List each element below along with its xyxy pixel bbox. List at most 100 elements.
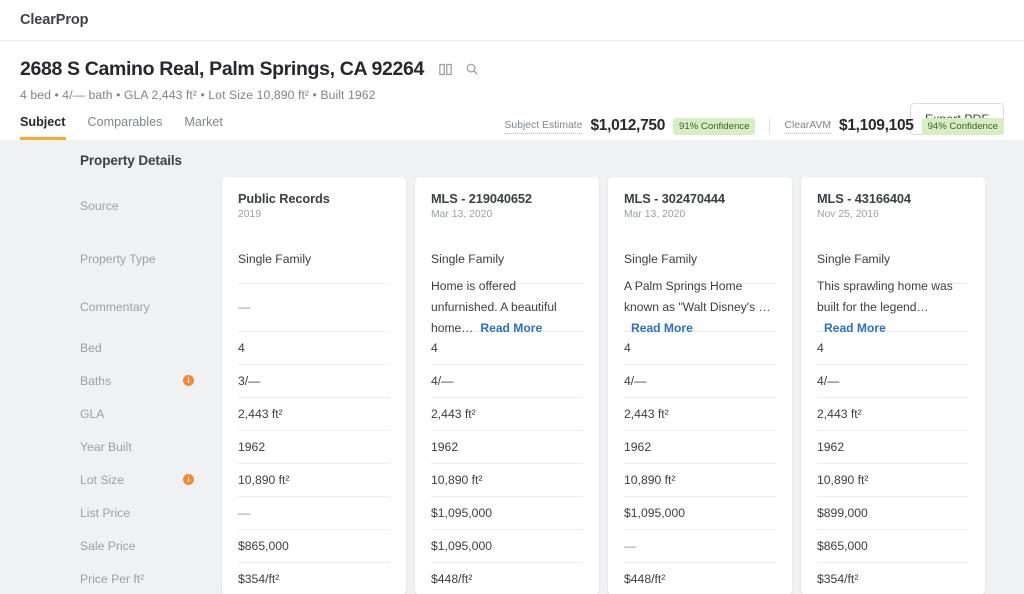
property-header: 2688 S Camino Real, Palm Springs, CA 922… xyxy=(0,41,1024,140)
cell-value: 1962 xyxy=(431,440,459,454)
page-title: 2688 S Camino Real, Palm Springs, CA 922… xyxy=(20,58,425,80)
subject-estimate-value: $1,012,750 xyxy=(590,117,666,134)
cell-price-per-ft: $448/ft² xyxy=(624,562,776,594)
cell-year-built: 1962 xyxy=(431,430,583,463)
row-label-text: Baths xyxy=(80,373,112,388)
top-navigation-bar: ClearProp xyxy=(0,0,1024,41)
app-logo[interactable]: ClearProp xyxy=(20,12,89,28)
info-warning-icon[interactable]: i xyxy=(183,474,194,485)
cell-value: 2,443 ft² xyxy=(238,407,283,421)
cell-value: 4/— xyxy=(817,374,840,388)
cell-bed: 4 xyxy=(238,331,390,364)
read-more-link[interactable]: Read More xyxy=(480,321,542,335)
cell-year-built: 1962 xyxy=(238,430,390,463)
read-more-link[interactable]: Read More xyxy=(824,321,886,335)
clearavm-label[interactable]: ClearAVM xyxy=(784,119,832,134)
cell-lot-size: 10,890 ft² xyxy=(238,463,390,496)
row-label-column: Source Property Type Commentary Bed Baths i GL… xyxy=(0,177,222,594)
cell-list-price: $899,000 xyxy=(817,496,969,529)
cell-value: Single Family xyxy=(624,251,698,266)
cell-sale-price: $1,095,000 xyxy=(431,529,583,562)
tab-market[interactable]: Market xyxy=(184,114,223,140)
row-label-text: Year Built xyxy=(80,439,132,454)
cell-price-per-ft: $354/ft² xyxy=(817,562,969,594)
cell-sale-price: $865,000 xyxy=(817,529,969,562)
card-source-title: MLS - 219040652 xyxy=(431,191,532,206)
cell-value: $1,095,000 xyxy=(624,506,685,520)
comparison-cards: Public Records 2019 Single Family — 4 3/— 2,44… xyxy=(222,177,1024,594)
cell-value: — xyxy=(238,506,251,520)
cell-commentary: — xyxy=(238,283,390,331)
cell-value: $1,095,000 xyxy=(431,539,492,553)
comparison-grid: Source Property Type Commentary Bed Baths i GL… xyxy=(0,177,1024,594)
address-action-icons xyxy=(437,61,480,78)
row-label-year-built: Year Built xyxy=(0,430,222,463)
cell-price-per-ft: $448/ft² xyxy=(431,562,583,594)
cell-value: 2,443 ft² xyxy=(624,407,669,421)
cell-value: 4 xyxy=(817,341,824,355)
section-title: Property Details xyxy=(80,153,182,168)
row-label-text: Price Per ft² xyxy=(80,571,145,586)
row-label-price-per-ft: Price Per ft² xyxy=(0,562,222,594)
card-source-date: Mar 13, 2020 xyxy=(624,209,686,220)
cell-gla: 2,443 ft² xyxy=(238,397,390,430)
cell-price-per-ft: $354/ft² xyxy=(238,562,390,594)
card-source-title: Public Records xyxy=(238,191,330,206)
card-source-date: 2019 xyxy=(238,209,262,220)
cell-commentary: This sprawling home was built for the le… xyxy=(817,279,969,335)
cell-value: 1962 xyxy=(624,440,652,454)
clearavm-group: ClearAVM $1,109,105 94% Confidence xyxy=(784,117,1004,135)
book-map-icon[interactable] xyxy=(437,61,454,78)
commentary-text: — xyxy=(238,300,251,314)
cell-value: 4/— xyxy=(624,374,647,388)
section-tabs: Subject Comparables Market xyxy=(20,114,223,140)
cell-lot-size: 10,890 ft² xyxy=(817,463,969,496)
row-label-source: Source xyxy=(0,177,222,234)
cell-baths: 3/— xyxy=(238,364,390,397)
cell-value: 1962 xyxy=(238,440,266,454)
estimates-bar: Subject Estimate $1,012,750 91% Confiden… xyxy=(504,117,1004,135)
cell-baths: 4/— xyxy=(624,364,776,397)
cell-value: $899,000 xyxy=(817,506,868,520)
row-label-bed: Bed xyxy=(0,331,222,364)
tab-subject[interactable]: Subject xyxy=(20,114,66,140)
row-label-gla: GLA xyxy=(0,397,222,430)
address-row: 2688 S Camino Real, Palm Springs, CA 922… xyxy=(20,57,1004,81)
row-label-list-price: List Price xyxy=(0,496,222,529)
cell-gla: 2,443 ft² xyxy=(624,397,776,430)
row-label-text: List Price xyxy=(80,505,131,520)
card-source-title: MLS - 43166404 xyxy=(817,191,911,206)
card-source-title: MLS - 302470444 xyxy=(624,191,725,206)
cell-list-price: $1,095,000 xyxy=(624,496,776,529)
cell-gla: 2,443 ft² xyxy=(431,397,583,430)
card-header: MLS - 302470444 Mar 13, 2020 xyxy=(624,177,776,234)
property-details-section: Property Details Source Property Type Comm… xyxy=(0,140,1024,594)
tab-comparables[interactable]: Comparables xyxy=(88,114,163,140)
read-more-link[interactable]: Read More xyxy=(631,321,693,335)
search-icon[interactable] xyxy=(463,61,480,78)
cell-year-built: 1962 xyxy=(817,430,969,463)
subject-estimate-group: Subject Estimate $1,012,750 91% Confiden… xyxy=(504,117,756,135)
cell-value: 2,443 ft² xyxy=(817,407,862,421)
cell-sale-price: $865,000 xyxy=(238,529,390,562)
cell-value: $354/ft² xyxy=(817,572,859,586)
subject-estimate-label[interactable]: Subject Estimate xyxy=(504,119,583,134)
cell-value: $865,000 xyxy=(817,539,868,553)
row-label-lot-size: Lot Size i xyxy=(0,463,222,496)
cell-value: Single Family xyxy=(817,251,891,266)
comparison-card: Public Records 2019 Single Family — 4 3/— 2,44… xyxy=(222,177,406,594)
row-label-text: GLA xyxy=(80,406,105,421)
cell-value: 3/— xyxy=(238,374,261,388)
card-source-date: Mar 13, 2020 xyxy=(431,209,493,220)
comparison-card: MLS - 302470444 Mar 13, 2020 Single Family… xyxy=(608,177,792,594)
row-label-baths: Baths i xyxy=(0,364,222,397)
cell-value: 10,890 ft² xyxy=(624,473,676,487)
row-label-text: Bed xyxy=(80,340,102,355)
row-label-property-type: Property Type xyxy=(0,234,222,283)
info-warning-icon[interactable]: i xyxy=(183,375,194,386)
comparison-card: MLS - 43166404 Nov 25, 2016 Single Family T… xyxy=(801,177,985,594)
clearavm-value: $1,109,105 xyxy=(839,117,914,134)
cell-lot-size: 10,890 ft² xyxy=(624,463,776,496)
cell-value: — xyxy=(624,539,637,553)
cell-lot-size: 10,890 ft² xyxy=(431,463,583,496)
